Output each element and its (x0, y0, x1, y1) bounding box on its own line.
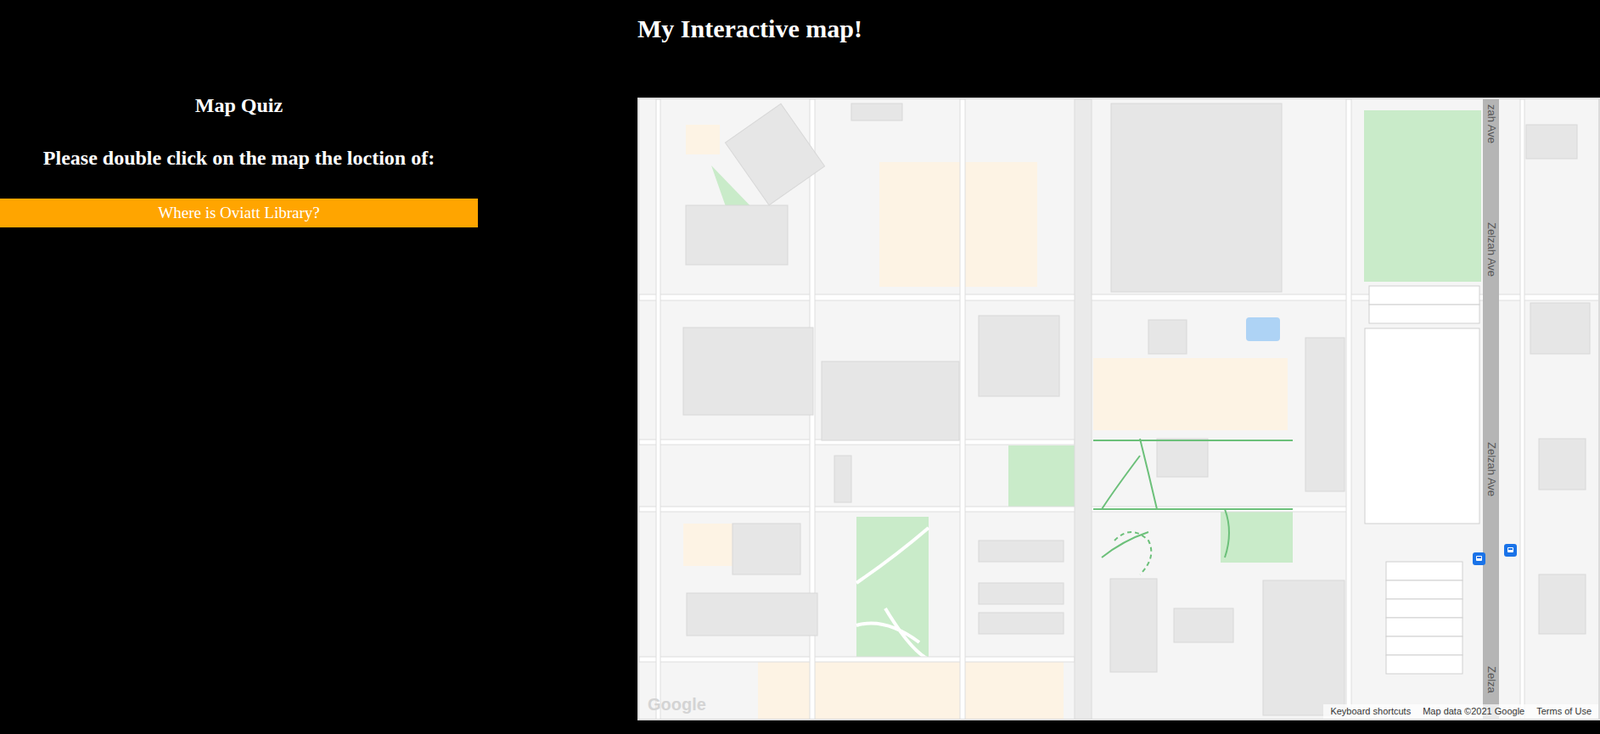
street-label: Zelzah Ave (1484, 442, 1499, 497)
page-title: My Interactive map! (637, 13, 1600, 45)
map-data-attribution: Map data ©2021 Google (1422, 705, 1525, 719)
map-footer: Keyboard shortcuts Map data ©2021 Google… (1323, 704, 1599, 719)
street-label: zah Ave (1484, 104, 1499, 144)
quiz-prompt: Please double click on the map the locti… (43, 145, 435, 171)
street-label: Zelza (1484, 666, 1499, 694)
keyboard-shortcuts-link[interactable]: Keyboard shortcuts (1330, 705, 1411, 719)
question-bar[interactable]: Where is Oviatt Library? (0, 198, 478, 228)
bus-stop-icon[interactable] (1472, 552, 1486, 566)
google-logo[interactable]: Google (647, 695, 707, 714)
terms-link[interactable]: Terms of Use (1536, 705, 1592, 719)
question-text: Where is Oviatt Library? (157, 202, 320, 224)
quiz-panel: Map Quiz Please double click on the map … (0, 0, 478, 734)
map[interactable]: zah Ave Zelzah Ave Zelzah Ave Zelza Goog… (637, 97, 1600, 721)
bus-stop-icon[interactable] (1504, 544, 1517, 557)
page: Map Quiz Please double click on the map … (0, 0, 1600, 734)
map-section: My Interactive map! (637, 0, 1600, 734)
street-label: Zelzah Ave (1484, 222, 1499, 277)
map-canvas[interactable] (639, 99, 1600, 721)
quiz-heading: Map Quiz (195, 93, 283, 118)
